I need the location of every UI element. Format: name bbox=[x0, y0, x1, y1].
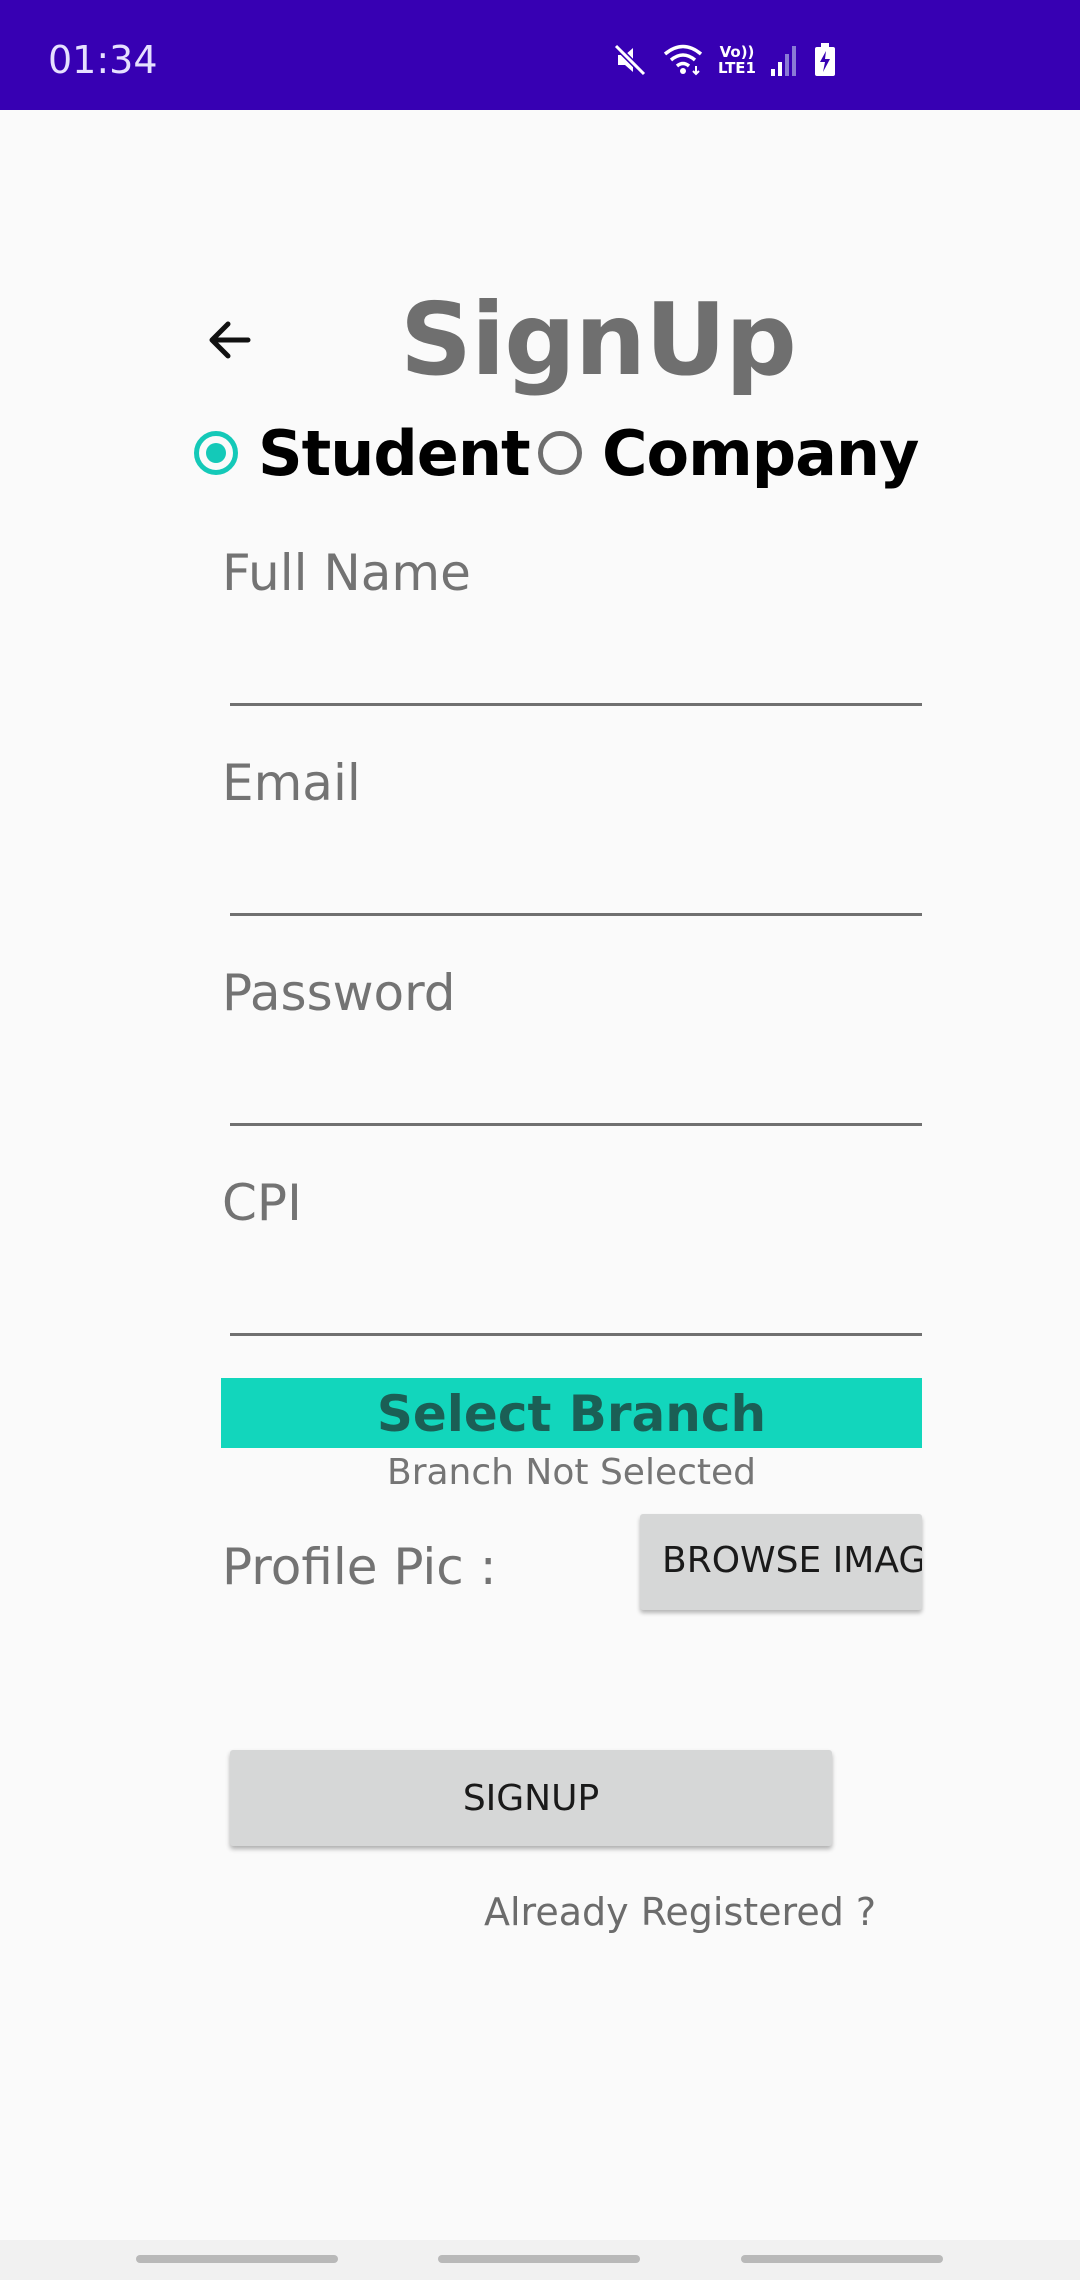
email-field[interactable] bbox=[230, 840, 926, 912]
status-bar: 01:34 Vo)) LTE1 bbox=[0, 0, 1080, 110]
radio-student-label[interactable]: Student bbox=[258, 417, 531, 490]
status-icons: Vo)) LTE1 bbox=[612, 40, 836, 80]
password-label: Password bbox=[222, 964, 456, 1022]
nav-home-button[interactable] bbox=[438, 2255, 640, 2263]
lte-top-label: Vo)) bbox=[719, 43, 755, 61]
signal-icon bbox=[770, 43, 800, 77]
radio-student-indicator[interactable] bbox=[194, 431, 238, 475]
browse-image-label: BROWSE IMAGE bbox=[662, 1540, 922, 1581]
full-name-field[interactable] bbox=[230, 630, 926, 702]
profile-pic-label: Profile Pic : bbox=[222, 1538, 497, 1596]
radio-company-indicator[interactable] bbox=[538, 431, 582, 475]
nav-back-button[interactable] bbox=[741, 2255, 943, 2263]
email-label: Email bbox=[222, 754, 361, 812]
lte-icon: Vo)) LTE1 bbox=[718, 44, 756, 76]
lte-bottom-label: LTE1 bbox=[718, 59, 756, 77]
back-arrow-icon[interactable] bbox=[200, 312, 264, 368]
signup-screen: 01:34 Vo)) LTE1 SignUp Student Company F… bbox=[0, 0, 1080, 2280]
mute-icon bbox=[612, 42, 648, 78]
wifi-icon bbox=[662, 42, 704, 78]
email-underline bbox=[230, 913, 922, 916]
radio-company-label[interactable]: Company bbox=[602, 417, 919, 490]
navigation-bar bbox=[0, 2240, 1080, 2280]
nav-recent-apps-button[interactable] bbox=[136, 2255, 338, 2263]
cpi-label: CPI bbox=[222, 1174, 302, 1232]
cpi-underline bbox=[230, 1333, 922, 1336]
browse-image-button[interactable]: BROWSE IMAGE bbox=[640, 1514, 922, 1610]
select-branch-button[interactable]: Select Branch bbox=[221, 1378, 922, 1448]
already-registered-link[interactable]: Already Registered ? bbox=[484, 1890, 876, 1934]
password-field[interactable] bbox=[230, 1050, 926, 1122]
battery-charging-icon bbox=[814, 43, 836, 77]
signup-button[interactable]: SIGNUP bbox=[230, 1750, 832, 1846]
full-name-label: Full Name bbox=[222, 544, 471, 602]
radio-student[interactable]: Student bbox=[194, 417, 531, 490]
cpi-field[interactable] bbox=[230, 1260, 926, 1332]
password-underline bbox=[230, 1123, 922, 1126]
page-title: SignUp bbox=[400, 281, 797, 398]
radio-company[interactable]: Company bbox=[538, 417, 919, 490]
full-name-underline bbox=[230, 703, 922, 706]
branch-status-text: Branch Not Selected bbox=[387, 1452, 756, 1493]
status-time: 01:34 bbox=[48, 38, 158, 82]
